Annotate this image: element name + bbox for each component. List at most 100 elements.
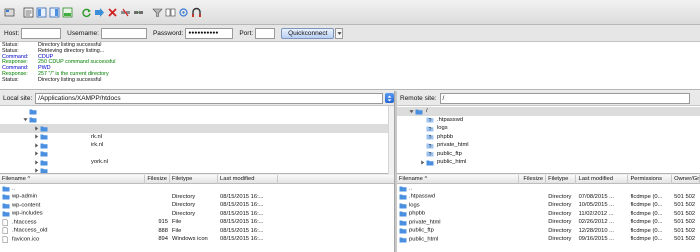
column-header[interactable]: Filename ^ bbox=[0, 175, 145, 184]
disclosure-closed-icon[interactable] bbox=[34, 134, 39, 139]
folder-glyph bbox=[399, 186, 407, 192]
file-row[interactable]: public_html Directory 09/16/2015 ... flcdmp… bbox=[397, 235, 700, 244]
tree-disclosure[interactable] bbox=[33, 133, 40, 140]
svg-text:?: ? bbox=[429, 118, 432, 123]
file-row[interactable]: .htaccess 915 File 08/15/2015 16:... bbox=[0, 218, 394, 227]
file-row[interactable]: phpbb Directory 11/02/2012 ... flcdmpe (0..… bbox=[397, 210, 700, 219]
column-header[interactable]: Filesize bbox=[145, 175, 170, 184]
column-header[interactable]: Owner/Gr bbox=[672, 175, 700, 184]
column-header[interactable]: Filename ^ bbox=[397, 175, 519, 184]
site-manager-icon[interactable] bbox=[4, 7, 15, 18]
column-header[interactable]: Permissions bbox=[628, 175, 673, 184]
local-path-field[interactable]: /Applications/XAMPP/htdocs bbox=[35, 92, 384, 104]
disclosure-closed-icon[interactable] bbox=[34, 143, 39, 148]
column-header[interactable]: Filetype bbox=[170, 175, 218, 184]
remote-file-list[interactable]: Filename ^ Filesize Filetype Last modified P… bbox=[397, 175, 700, 252]
file-row[interactable]: favicon.ico 894 Windows icon 08/15/2015 16:… bbox=[0, 235, 394, 244]
local-file-list[interactable]: Filename ^ Filesize Filetype Last modified … bbox=[0, 175, 394, 252]
tree-disclosure[interactable] bbox=[22, 116, 29, 123]
refresh-icon[interactable] bbox=[81, 7, 92, 18]
sync-browsing-icon[interactable] bbox=[178, 7, 189, 18]
remote-tree-item[interactable]: ? private_html bbox=[397, 141, 700, 150]
toggle-queue-icon[interactable] bbox=[62, 7, 73, 18]
local-directory-tree[interactable]: rk.nl irk.nl york.nl bbox=[0, 106, 394, 174]
file-type-cell: File bbox=[172, 227, 182, 234]
disclosure-closed-icon[interactable] bbox=[34, 168, 39, 173]
quickconnect-bar: Host: Username: Password: ●●●●●●●●●● Por… bbox=[0, 25, 700, 42]
host-field[interactable] bbox=[21, 27, 62, 39]
file-modified-cell: 12/28/2010 ... bbox=[578, 227, 615, 234]
local-tree-item[interactable] bbox=[0, 124, 394, 133]
disclosure-closed-icon[interactable] bbox=[34, 126, 39, 131]
remote-site-bar: Remote site: / bbox=[397, 91, 700, 106]
question-folder-icon: ? bbox=[426, 117, 434, 123]
toggle-remote-tree-icon[interactable] bbox=[49, 7, 60, 18]
reconnect-icon[interactable] bbox=[133, 7, 144, 18]
local-path-dropdown[interactable] bbox=[385, 93, 395, 103]
local-tree-item[interactable]: irk.nl bbox=[0, 141, 394, 150]
remote-directory-tree[interactable]: /? .htpasswd? logs? phpbb? private_html? publ… bbox=[397, 106, 700, 174]
folder-icon bbox=[2, 210, 10, 217]
column-header[interactable]: Last modified bbox=[576, 175, 629, 184]
remote-tree-item[interactable]: ? public_ftp bbox=[397, 150, 700, 159]
column-header[interactable]: Last modified bbox=[218, 175, 278, 184]
file-row[interactable]: logs Directory 10/05/2015 ... flcdmpe (0...… bbox=[397, 201, 700, 210]
local-tree-item[interactable] bbox=[0, 107, 394, 116]
password-field[interactable]: ●●●●●●●●●● bbox=[185, 27, 234, 39]
file-row[interactable]: .. bbox=[397, 184, 700, 193]
tree-disclosure[interactable] bbox=[33, 159, 40, 166]
tree-disclosure[interactable] bbox=[408, 108, 415, 115]
tree-disclosure[interactable] bbox=[33, 142, 40, 149]
search-files-icon[interactable] bbox=[191, 7, 202, 18]
local-tree-item[interactable] bbox=[0, 167, 394, 173]
question-folder-icon: ? bbox=[426, 134, 434, 140]
toggle-local-tree-icon[interactable] bbox=[36, 7, 47, 18]
file-row[interactable]: private_html Directory 02/26/2012 ... flcdm… bbox=[397, 218, 700, 227]
toggle-log-icon[interactable] bbox=[23, 7, 34, 18]
port-field[interactable] bbox=[255, 27, 276, 39]
local-tree-item[interactable]: york.nl bbox=[0, 158, 394, 167]
file-row[interactable]: .htaccess_old 888 File 08/15/2015 16:... bbox=[0, 227, 394, 236]
remote-tree-item[interactable]: / bbox=[397, 107, 700, 116]
local-tree-item[interactable] bbox=[0, 150, 394, 159]
file-row[interactable]: public_ftp Directory 12/28/2010 ... flcdmpe… bbox=[397, 227, 700, 236]
local-tree-item[interactable] bbox=[0, 116, 394, 125]
file-row[interactable]: wp-includes Directory 08/15/2015 16:... bbox=[0, 210, 394, 219]
remote-tree-item[interactable]: ? phpbb bbox=[397, 133, 700, 142]
local-tree-item[interactable]: rk.nl bbox=[0, 133, 394, 142]
file-row[interactable]: .. bbox=[0, 184, 394, 193]
folder-icon bbox=[399, 202, 407, 209]
remote-site-label: Remote site: bbox=[400, 94, 437, 102]
disclosure-closed-icon[interactable] bbox=[34, 160, 39, 165]
disclosure-open-icon[interactable] bbox=[23, 117, 28, 122]
remote-tree-item[interactable]: public_html bbox=[397, 158, 700, 167]
directory-compare-icon[interactable] bbox=[165, 7, 176, 18]
disclosure-closed-icon[interactable] bbox=[34, 151, 39, 156]
disclosure-closed-icon[interactable] bbox=[420, 160, 425, 165]
process-queue-icon[interactable] bbox=[94, 7, 105, 18]
tree-disclosure[interactable] bbox=[33, 167, 40, 173]
tree-item-icon bbox=[415, 108, 423, 115]
tree-item-label: logs bbox=[437, 125, 448, 132]
quickconnect-history-dropdown[interactable] bbox=[335, 27, 344, 39]
directory-filters-icon[interactable] bbox=[152, 7, 163, 18]
tree-disclosure[interactable] bbox=[33, 150, 40, 157]
column-header[interactable]: Filetype bbox=[546, 175, 577, 184]
tree-disclosure[interactable] bbox=[419, 159, 426, 166]
disconnect-icon[interactable] bbox=[120, 7, 131, 18]
quickconnect-button[interactable]: Quickconnect bbox=[281, 27, 335, 39]
tree-item-icon: ? bbox=[426, 133, 434, 140]
file-row[interactable]: wp-admin Directory 08/15/2015 16:... bbox=[0, 193, 394, 202]
message-log[interactable]: Status: Directory listing successful Statu… bbox=[0, 42, 700, 90]
remote-path-field[interactable]: / bbox=[439, 92, 690, 104]
remote-tree-item[interactable]: ? .htpasswd bbox=[397, 116, 700, 125]
username-field[interactable] bbox=[100, 27, 147, 39]
tree-disclosure[interactable] bbox=[33, 125, 40, 132]
disclosure-open-icon[interactable] bbox=[409, 109, 414, 114]
cancel-icon[interactable] bbox=[107, 7, 118, 18]
file-row[interactable]: .htpasswd Directory 07/08/2015 ... flcdmpe … bbox=[397, 193, 700, 202]
tree-item-label: phpbb bbox=[437, 133, 454, 140]
remote-tree-item[interactable]: ? logs bbox=[397, 124, 700, 133]
file-row[interactable]: wp-content Directory 08/15/2015 16:... bbox=[0, 201, 394, 210]
column-header[interactable]: Filesize bbox=[519, 175, 547, 184]
